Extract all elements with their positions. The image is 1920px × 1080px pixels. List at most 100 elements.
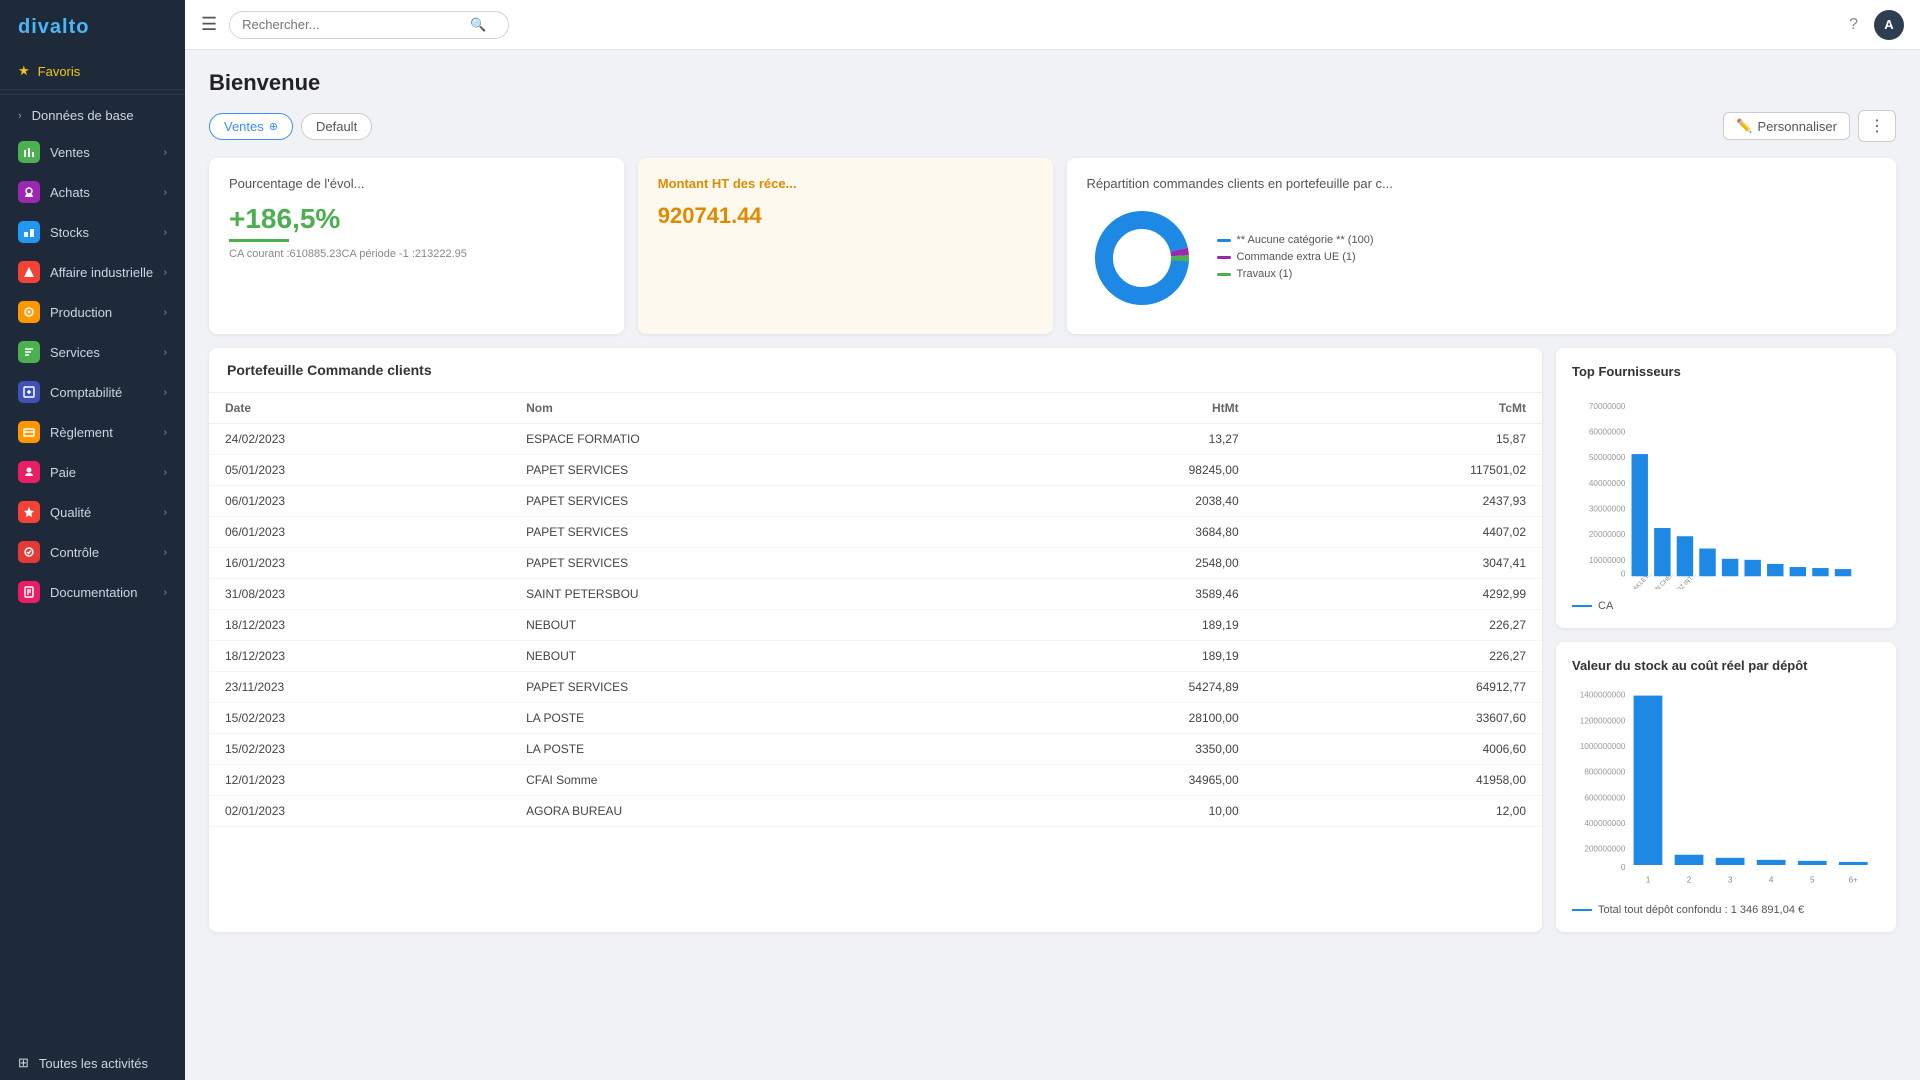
cell-nom: LA POSTE bbox=[510, 734, 986, 765]
stock-value-chart: 1400000000 1200000000 1000000000 8000000… bbox=[1572, 683, 1880, 893]
tab-ventes[interactable]: Ventes ⊕ bbox=[209, 113, 293, 140]
col-date: Date bbox=[209, 393, 510, 424]
sidebar-item-qualite[interactable]: Qualité › bbox=[0, 492, 185, 532]
sidebar-item-label: Ventes bbox=[50, 145, 90, 160]
cell-date: 18/12/2023 bbox=[209, 641, 510, 672]
star-icon: ★ bbox=[18, 63, 30, 79]
search-box: 🔍 bbox=[229, 11, 509, 39]
stock-value-card: Valeur du stock au coût réel par dépôt 1… bbox=[1556, 642, 1896, 932]
documentation-icon bbox=[18, 581, 40, 603]
affaire-industrielle-icon bbox=[18, 261, 40, 283]
cell-date: 23/11/2023 bbox=[209, 672, 510, 703]
page-title: Bienvenue bbox=[209, 70, 1896, 96]
table-wrapper[interactable]: Date Nom HtMt TcMt 24/02/2023 ESPACE FOR… bbox=[209, 393, 1542, 833]
sidebar-item-stocks[interactable]: Stocks › bbox=[0, 212, 185, 252]
cell-date: 06/01/2023 bbox=[209, 486, 510, 517]
cell-date: 05/01/2023 bbox=[209, 455, 510, 486]
svg-text:50000000: 50000000 bbox=[1589, 453, 1626, 462]
sidebar-item-reglement[interactable]: Règlement › bbox=[0, 412, 185, 452]
card-montant-value: 920741.44 bbox=[658, 203, 1033, 229]
table-row: 05/01/2023 PAPET SERVICES 98245,00 11750… bbox=[209, 455, 1542, 486]
col-tcmt: TcMt bbox=[1255, 393, 1542, 424]
cell-nom: NEBOUT bbox=[510, 641, 986, 672]
sidebar-item-affaire-industrielle[interactable]: Affaire industrielle › bbox=[0, 252, 185, 292]
cell-htmt: 3684,80 bbox=[986, 517, 1254, 548]
services-icon bbox=[18, 341, 40, 363]
svg-text:3: 3 bbox=[1728, 875, 1733, 884]
stock-value-title: Valeur du stock au coût réel par dépôt bbox=[1572, 658, 1880, 673]
card-pourcentage-title: Pourcentage de l'évol... bbox=[229, 176, 604, 191]
bottom-row: Portefeuille Commande clients Date Nom H… bbox=[209, 348, 1896, 932]
svg-text:30000000: 30000000 bbox=[1589, 505, 1626, 514]
card-pourcentage-sub: CA courant :610885.23CA période -1 :2132… bbox=[229, 248, 604, 260]
cell-htmt: 3350,00 bbox=[986, 734, 1254, 765]
sidebar-item-ventes[interactable]: Ventes › bbox=[0, 132, 185, 172]
cell-date: 15/02/2023 bbox=[209, 703, 510, 734]
card-montant-ht: Montant HT des réce... 920741.44 bbox=[638, 158, 1053, 334]
cell-date: 18/12/2023 bbox=[209, 610, 510, 641]
user-avatar[interactable]: A bbox=[1874, 10, 1904, 40]
pencil-icon: ✏️ bbox=[1736, 118, 1752, 134]
sidebar-item-comptabilite[interactable]: Comptabilité › bbox=[0, 372, 185, 412]
cell-htmt: 3589,46 bbox=[986, 579, 1254, 610]
topbar-right: ? A bbox=[1849, 10, 1904, 40]
table-row: 06/01/2023 PAPET SERVICES 3684,80 4407,0… bbox=[209, 517, 1542, 548]
chevron-right-icon: › bbox=[164, 307, 167, 318]
sidebar-item-label: Qualité bbox=[50, 505, 91, 520]
stock-value-legend: Total tout dépôt confondu : 1 346 891,04… bbox=[1572, 904, 1880, 916]
sidebar-all-activities[interactable]: ⊞ Toutes les activités bbox=[0, 1046, 185, 1080]
cell-nom: PAPET SERVICES bbox=[510, 486, 986, 517]
cell-nom: AGORA BUREAU bbox=[510, 796, 986, 827]
top-fournisseurs-title: Top Fournisseurs bbox=[1572, 364, 1880, 379]
sidebar-item-label: Stocks bbox=[50, 225, 89, 240]
help-icon[interactable]: ? bbox=[1849, 16, 1858, 34]
chevron-right-icon: › bbox=[164, 427, 167, 438]
sidebar-item-achats[interactable]: Achats › bbox=[0, 172, 185, 212]
sidebar-item-label: Règlement bbox=[50, 425, 113, 440]
svg-text:10000000: 10000000 bbox=[1589, 556, 1626, 565]
table-row: 06/01/2023 PAPET SERVICES 2038,40 2437,9… bbox=[209, 486, 1542, 517]
sidebar-item-documentation[interactable]: Documentation › bbox=[0, 572, 185, 612]
top-fournisseurs-chart: 70000000 60000000 50000000 40000000 3000… bbox=[1572, 389, 1880, 589]
portfolio-table: Date Nom HtMt TcMt 24/02/2023 ESPACE FOR… bbox=[209, 393, 1542, 827]
donut-chart bbox=[1087, 203, 1197, 316]
chevron-right-icon: › bbox=[164, 547, 167, 558]
svg-text:6+: 6+ bbox=[1849, 875, 1859, 884]
table-row: 18/12/2023 NEBOUT 189,19 226,27 bbox=[209, 641, 1542, 672]
table-row: 16/01/2023 PAPET SERVICES 2548,00 3047,4… bbox=[209, 548, 1542, 579]
ventes-icon bbox=[18, 141, 40, 163]
chevron-right-icon: › bbox=[164, 187, 167, 198]
personalize-button[interactable]: ✏️ Personnaliser bbox=[1723, 112, 1850, 140]
sidebar-item-label: Contrôle bbox=[50, 545, 99, 560]
chevron-right-icon: › bbox=[164, 147, 167, 158]
sidebar-item-production[interactable]: Production › bbox=[0, 292, 185, 332]
search-input[interactable] bbox=[242, 17, 462, 32]
cell-date: 16/01/2023 bbox=[209, 548, 510, 579]
cell-tcmt: 12,00 bbox=[1255, 796, 1542, 827]
app-logo: divalto bbox=[0, 0, 185, 55]
svg-text:1400000000: 1400000000 bbox=[1580, 691, 1626, 700]
sidebar-item-label: Affaire industrielle bbox=[50, 265, 153, 280]
sidebar-item-paie[interactable]: Paie › bbox=[0, 452, 185, 492]
cell-tcmt: 3047,41 bbox=[1255, 548, 1542, 579]
sidebar-item-donnees-de-base[interactable]: › Données de base bbox=[0, 99, 185, 132]
hamburger-menu-button[interactable]: ☰ bbox=[201, 14, 217, 35]
svg-text:5: 5 bbox=[1810, 875, 1815, 884]
sidebar-item-controle[interactable]: Contrôle › bbox=[0, 532, 185, 572]
grid-icon: ⊞ bbox=[18, 1055, 29, 1071]
cell-tcmt: 15,87 bbox=[1255, 424, 1542, 455]
qualite-icon bbox=[18, 501, 40, 523]
search-icon[interactable]: 🔍 bbox=[470, 17, 486, 33]
topbar: ☰ 🔍 ? A bbox=[185, 0, 1920, 50]
sidebar-item-services[interactable]: Services › bbox=[0, 332, 185, 372]
cell-htmt: 98245,00 bbox=[986, 455, 1254, 486]
svg-text:4: 4 bbox=[1769, 875, 1774, 884]
cell-tcmt: 4006,60 bbox=[1255, 734, 1542, 765]
tabs-row: Ventes ⊕ Default ✏️ Personnaliser ⋮ bbox=[209, 110, 1896, 142]
portfolio-title: Portefeuille Commande clients bbox=[209, 348, 1542, 393]
cell-date: 15/02/2023 bbox=[209, 734, 510, 765]
tab-default[interactable]: Default bbox=[301, 113, 372, 140]
more-options-button[interactable]: ⋮ bbox=[1858, 110, 1896, 142]
sidebar-favorites[interactable]: ★ Favoris bbox=[0, 55, 185, 90]
stocks-icon bbox=[18, 221, 40, 243]
